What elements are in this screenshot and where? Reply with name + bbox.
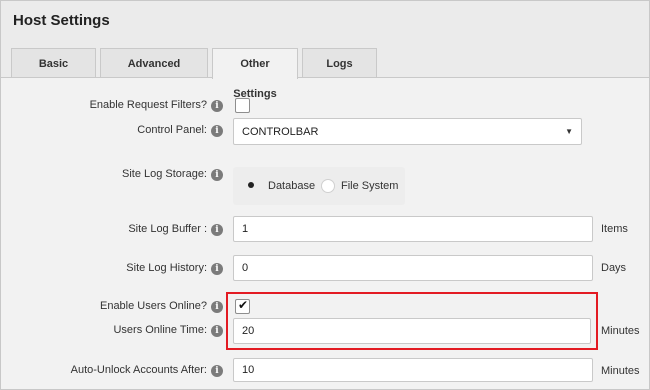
- site-log-storage-options: Database File System: [233, 167, 405, 205]
- auto-unlock-label: Auto-Unlock Accounts After:: [70, 364, 207, 376]
- info-icon[interactable]: i: [211, 365, 223, 377]
- site-log-buffer-unit: Items: [601, 223, 628, 235]
- tab-logs[interactable]: Logs: [302, 48, 377, 78]
- info-icon[interactable]: i: [211, 100, 223, 112]
- file-system-radio[interactable]: [321, 179, 335, 193]
- users-online-time-input[interactable]: 20: [233, 318, 591, 344]
- file-system-radio-label: File System: [341, 180, 399, 192]
- control-panel-value: CONTROLBAR: [242, 126, 319, 138]
- tab-other-settings[interactable]: Other Settings: [212, 48, 298, 100]
- site-log-history-unit: Days: [601, 262, 627, 274]
- site-log-buffer-input[interactable]: 1: [233, 216, 593, 242]
- auto-unlock-input[interactable]: 10: [233, 358, 593, 382]
- users-online-checkbox[interactable]: ✔: [235, 298, 250, 314]
- auto-unlock-unit: Minutes: [601, 365, 640, 377]
- control-panel-label: Control Panel:: [137, 124, 207, 136]
- info-icon[interactable]: i: [211, 263, 223, 275]
- users-online-time-unit: Minutes: [601, 325, 640, 337]
- request-filters-label: Enable Request Filters?: [89, 99, 207, 111]
- tab-basic-settings[interactable]: Basic Settings: [11, 48, 96, 100]
- host-settings-window: Host Settings Basic Settings Advanced Se…: [0, 0, 650, 390]
- site-log-history-label: Site Log History:: [126, 262, 207, 274]
- database-radio[interactable]: [245, 179, 259, 193]
- tab-advanced-settings[interactable]: Advanced Settings: [100, 48, 208, 100]
- page-title: Host Settings: [13, 12, 110, 29]
- tab-bar: Basic Settings Advanced Settings Other S…: [11, 48, 381, 100]
- settings-panel: Enable Request Filters? i Control Panel:…: [1, 77, 649, 389]
- info-icon[interactable]: i: [211, 125, 223, 137]
- info-icon[interactable]: i: [211, 224, 223, 236]
- info-icon[interactable]: i: [211, 301, 223, 313]
- control-panel-select[interactable]: CONTROLBAR ▼: [233, 118, 582, 145]
- site-log-storage-label: Site Log Storage:: [121, 168, 207, 180]
- checkmark-icon: ✔: [238, 298, 249, 312]
- users-online-time-label: Users Online Time:: [113, 324, 207, 336]
- site-log-buffer-label: Site Log Buffer :: [128, 223, 207, 235]
- database-radio-label: Database: [268, 180, 316, 192]
- info-icon[interactable]: i: [211, 325, 223, 337]
- site-log-history-input[interactable]: 0: [233, 255, 593, 281]
- users-online-label: Enable Users Online?: [99, 300, 207, 312]
- info-icon[interactable]: i: [211, 169, 223, 181]
- caret-down-icon: ▼: [565, 127, 573, 136]
